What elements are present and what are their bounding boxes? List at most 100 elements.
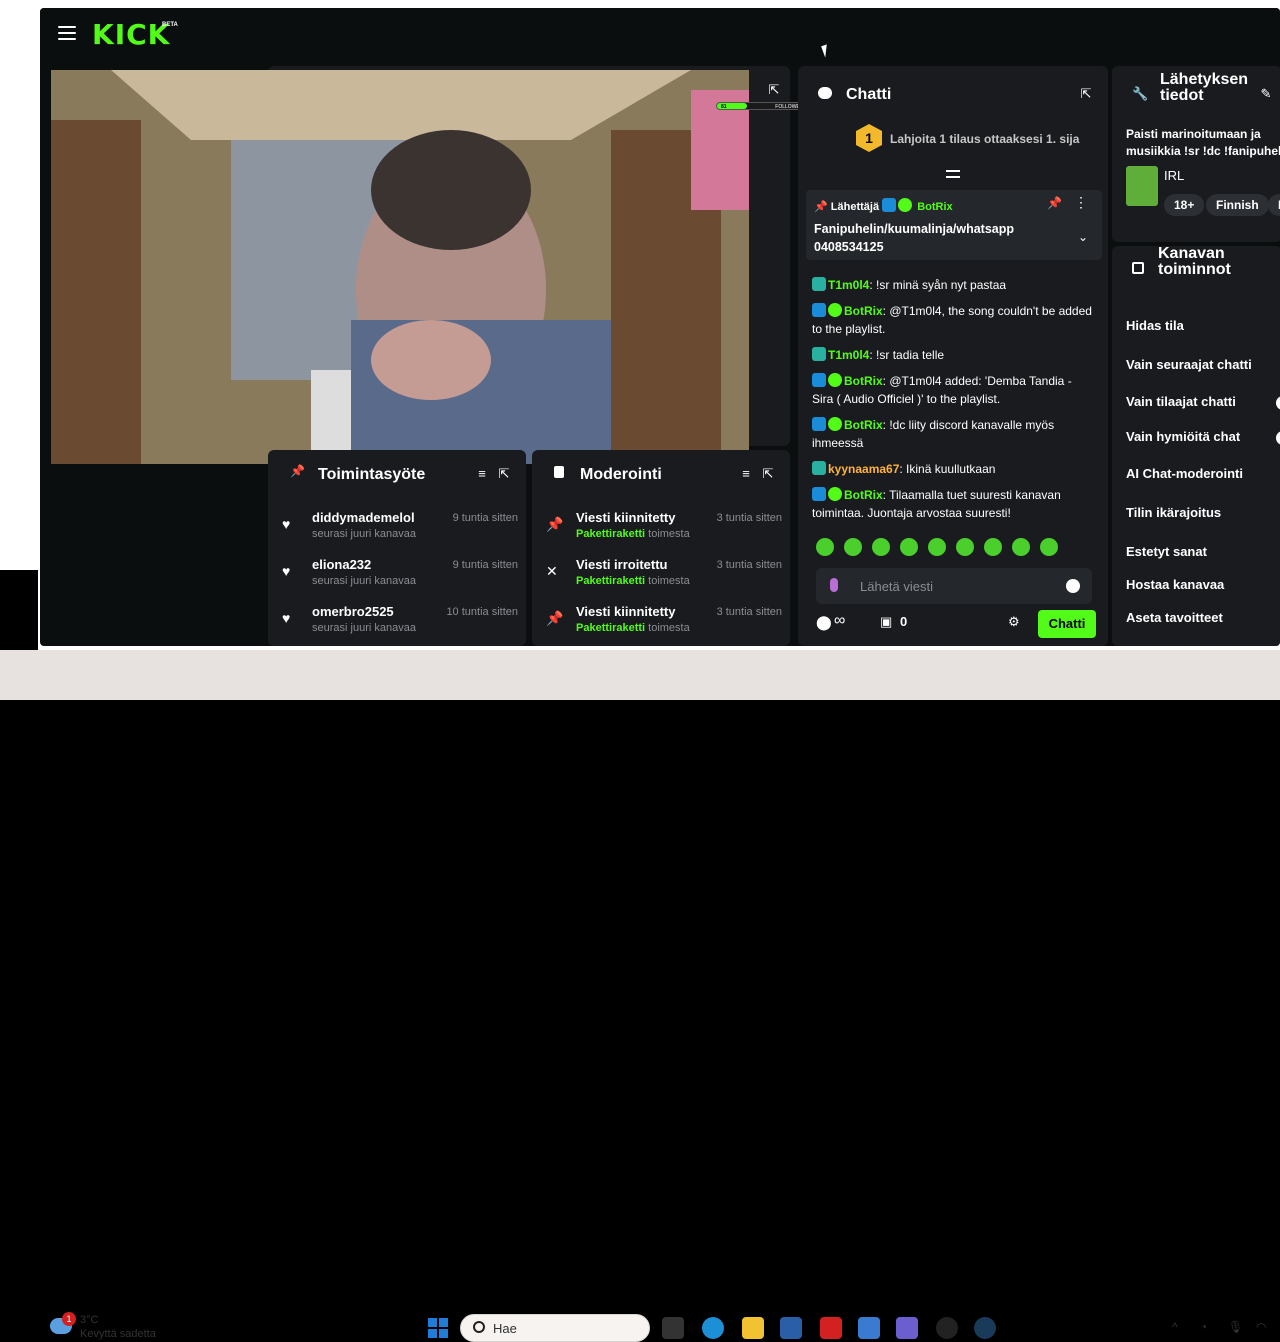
expand-icon[interactable]: ⇱ xyxy=(766,82,782,98)
emote-icon[interactable] xyxy=(984,538,1002,556)
tag-chip[interactable]: Finnish xyxy=(1206,194,1269,216)
edit-icon[interactable]: ✎ xyxy=(1258,86,1274,102)
channel-tool-item[interactable]: Vain tilaajat chatti xyxy=(1126,394,1236,409)
moderation-suffix: toimesta xyxy=(645,528,690,540)
outlook-icon[interactable] xyxy=(858,1317,880,1339)
moderator-name[interactable]: Pakettiraketti xyxy=(576,622,645,634)
filter-icon[interactable]: ≡ xyxy=(474,466,490,482)
network-icon[interactable]: ◔ xyxy=(1200,1320,1207,1334)
emote-icon[interactable] xyxy=(928,538,946,556)
moderation-time: 3 tuntia sitten xyxy=(716,512,782,524)
chat-message: T1m0l4: !sr minä syån nyt pastaa xyxy=(812,276,1096,294)
mic-icon[interactable] xyxy=(830,578,838,592)
points-icon[interactable]: ⬤ xyxy=(816,614,832,631)
chat-username[interactable]: BotRix xyxy=(844,418,883,432)
activity-item[interactable]: ♥ eliona232 seurasi juuri kanavaa 9 tuntia … xyxy=(282,555,518,599)
app-l-icon[interactable] xyxy=(820,1317,842,1339)
moderator-name[interactable]: Pakettiraketti xyxy=(576,575,645,587)
emote-icon[interactable] xyxy=(1012,538,1030,556)
popout-icon[interactable]: ⇱ xyxy=(760,466,776,482)
moderation-item[interactable]: 📌 Viesti kiinnitetty Pakettiraketti toimes… xyxy=(546,508,782,552)
emote-icon[interactable] xyxy=(956,538,974,556)
pin-icon: 📌 xyxy=(290,464,305,478)
moderation-item[interactable]: 📌 Viesti kiinnitetty Pakettiraketti toimes… xyxy=(546,602,782,646)
tag-chip[interactable]: F xyxy=(1268,194,1280,216)
emoji-icon[interactable] xyxy=(1066,579,1080,593)
chat-username[interactable]: T1m0l4 xyxy=(828,278,869,292)
search-label: Hae xyxy=(493,1321,517,1336)
wifi-icon[interactable]: ◠ xyxy=(1256,1320,1266,1334)
gift-text: Lahjoita 1 tilaus ottaaksesi 1. sija xyxy=(890,132,1080,146)
menu-icon[interactable] xyxy=(58,26,76,42)
chat-username[interactable]: BotRix xyxy=(844,304,883,318)
channel-tool-item[interactable]: Hidas tila xyxy=(1126,318,1184,333)
activity-time: 9 tuntia sitten xyxy=(452,559,518,571)
chat-input[interactable]: Lähetä viesti xyxy=(816,568,1092,604)
chat-messages: T1m0l4: !sr minä syån nyt pastaa BotRix: … xyxy=(812,276,1096,530)
more-options-icon[interactable]: ⋮ xyxy=(1074,194,1088,211)
moderation-item[interactable]: ✕ Viesti irroitettu Pakettiraketti toimest… xyxy=(546,555,782,599)
edge-icon[interactable] xyxy=(702,1317,724,1339)
moderator-name[interactable]: Pakettiraketti xyxy=(576,528,645,540)
activity-item[interactable]: ♥ omerbro2525 seurasi juuri kanavaa 10 tunt… xyxy=(282,602,518,646)
pinned-user[interactable]: BotRix xyxy=(917,201,952,213)
channel-tool-item[interactable]: Aseta tavoitteet xyxy=(1126,610,1223,625)
channel-tool-item[interactable]: AI Chat-moderointi xyxy=(1126,466,1243,481)
verified-badge-icon xyxy=(828,417,842,431)
emote-icon[interactable] xyxy=(816,538,834,556)
chat-username[interactable]: BotRix xyxy=(844,488,883,502)
chat-message: kyynaama67: Ikinä kuullutkaan xyxy=(812,460,1096,478)
pinned-message[interactable]: 📌 Lähettäjä BotRix 📌 ⋮ Fanipuhelin/kuuma… xyxy=(806,190,1102,260)
channel-tool-item[interactable]: Vain seuraajat chatti xyxy=(1126,357,1252,372)
channel-tool-item[interactable]: Hostaa kanavaa xyxy=(1126,577,1224,592)
channel-tool-item[interactable]: Estetyt sanat xyxy=(1126,544,1207,559)
chevron-down-icon[interactable]: ⌄ xyxy=(1078,230,1088,244)
follower-name[interactable]: eliona232 xyxy=(312,557,371,572)
chevron-up-icon[interactable]: ^ xyxy=(1172,1320,1178,1334)
steam-icon[interactable] xyxy=(974,1317,996,1339)
activity-title: Toimintasyöte xyxy=(318,466,426,483)
filter-icon[interactable] xyxy=(946,170,960,178)
popout-icon[interactable]: ⇱ xyxy=(1078,86,1094,102)
gift-count: 0 xyxy=(900,614,908,629)
category-thumbnail[interactable] xyxy=(1126,166,1158,206)
chat-username[interactable]: T1m0l4 xyxy=(828,348,869,362)
chat-username[interactable]: kyynaama67 xyxy=(828,462,899,476)
emote-icon[interactable] xyxy=(1040,538,1058,556)
pin-icon[interactable]: 📌 xyxy=(1047,196,1062,210)
filter-icon[interactable]: ≡ xyxy=(738,466,754,482)
follower-name[interactable]: omerbro2525 xyxy=(312,604,394,619)
gift-icon[interactable]: ▣ xyxy=(880,614,892,630)
moderation-action: Viesti irroitettu xyxy=(576,557,668,572)
webcam-video[interactable] xyxy=(51,70,749,464)
store-icon[interactable] xyxy=(780,1317,802,1339)
toggle-switch[interactable] xyxy=(1276,396,1280,410)
popout-icon[interactable]: ⇱ xyxy=(496,466,512,482)
kick-logo[interactable]: KICK xyxy=(92,18,170,51)
toggle-switch[interactable] xyxy=(1276,431,1280,445)
verified-badge-icon xyxy=(828,487,842,501)
obs-icon[interactable] xyxy=(936,1317,958,1339)
settings-icon[interactable]: ⚙ xyxy=(1008,614,1020,630)
channel-tool-item[interactable]: Tilin ikärajoitus xyxy=(1126,505,1221,520)
emote-icon[interactable] xyxy=(900,538,918,556)
gift-leaderboard[interactable]: 1 Lahjoita 1 tilaus ottaaksesi 1. sija xyxy=(812,124,1092,154)
microphone-icon[interactable]: 🎙 xyxy=(1228,1320,1243,1334)
file-explorer-icon[interactable] xyxy=(742,1317,764,1339)
start-button-icon[interactable] xyxy=(428,1318,448,1338)
taskbar-search[interactable]: Hae xyxy=(460,1314,650,1342)
task-view-icon[interactable] xyxy=(662,1317,684,1339)
chat-username[interactable]: BotRix xyxy=(844,374,883,388)
activity-sub: seurasi juuri kanavaa xyxy=(312,528,416,540)
follower-name[interactable]: diddymademelol xyxy=(312,510,415,525)
moderator-badge-icon xyxy=(812,277,826,291)
teams-icon[interactable] xyxy=(896,1317,918,1339)
emote-icon[interactable] xyxy=(872,538,890,556)
send-chat-button[interactable]: Chatti xyxy=(1038,610,1096,638)
emote-icon[interactable] xyxy=(844,538,862,556)
moderator-badge-icon xyxy=(812,347,826,361)
activity-item[interactable]: ♥ diddymademelol seurasi juuri kanavaa 9 tu… xyxy=(282,508,518,552)
category-name[interactable]: IRL xyxy=(1164,168,1184,183)
tag-chip[interactable]: 18+ xyxy=(1164,194,1205,216)
channel-tool-item[interactable]: Vain hymiöitä chat xyxy=(1126,429,1240,444)
